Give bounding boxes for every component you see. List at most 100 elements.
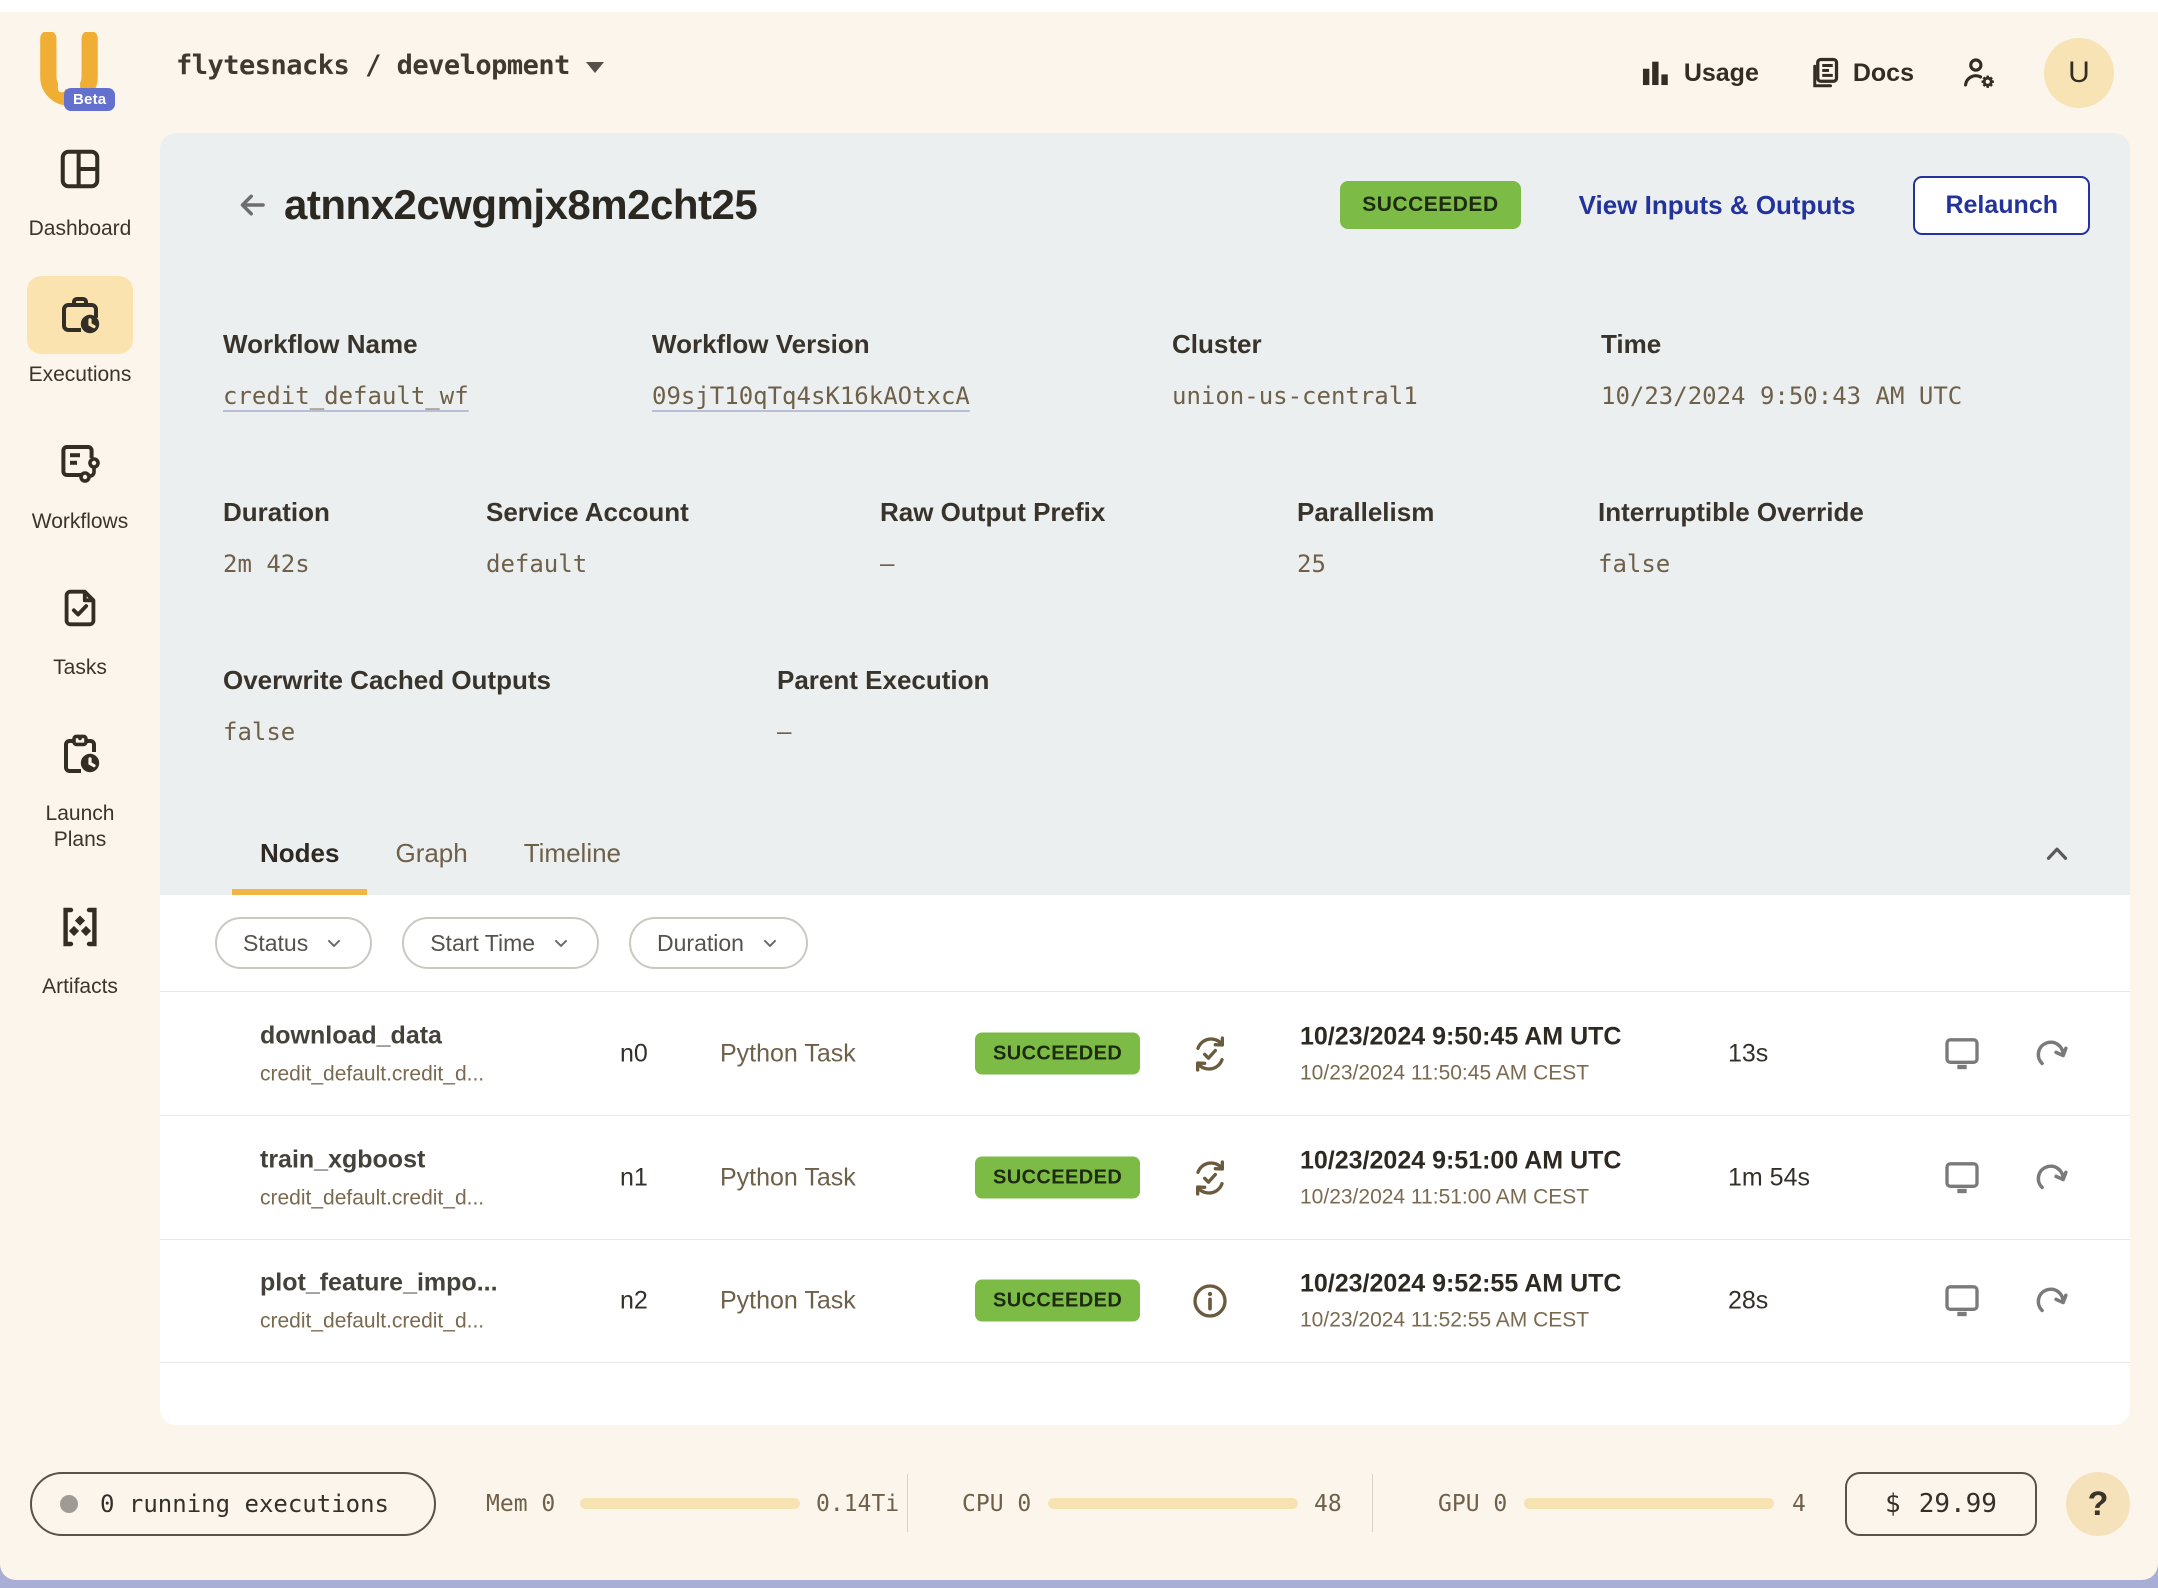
view-logs-icon[interactable] — [1942, 1158, 1982, 1198]
breadcrumb: flytesnacks / development — [176, 50, 570, 81]
meta-interruptible-override: Interruptible Override false — [1598, 497, 1864, 578]
sidebar-item-executions[interactable]: Executions — [0, 276, 160, 388]
tasks-icon — [27, 569, 133, 647]
status-badge: SUCCEEDED — [975, 1280, 1140, 1322]
help-button[interactable]: ? — [2066, 1472, 2130, 1536]
node-duration: 13s — [1728, 1039, 1768, 1068]
meta-parent-execution: Parent Execution – — [777, 665, 989, 746]
sidebar-item-launch-plans[interactable]: Launch Plans — [0, 715, 160, 854]
rerun-icon[interactable] — [2032, 1158, 2070, 1198]
gpu-meter-label: GPU 0 — [1438, 1491, 1507, 1517]
table-row[interactable]: train_xgboost credit_default.credit_d...… — [160, 1115, 2130, 1239]
executions-icon — [27, 276, 133, 354]
cache-hit-icon[interactable] — [1190, 1034, 1230, 1074]
node-duration: 1m 54s — [1728, 1163, 1810, 1192]
meta-cluster: Cluster union-us-central1 — [1172, 329, 1418, 410]
nodes-section: Status Start Time Duration download_data… — [160, 895, 2130, 1425]
union-logo[interactable]: Beta — [38, 32, 130, 118]
back-button[interactable] — [230, 183, 274, 227]
sidebar-item-label: Artifacts — [42, 974, 118, 1000]
chevron-down-icon — [551, 933, 571, 953]
rerun-icon[interactable] — [2032, 1034, 2070, 1074]
running-executions-button[interactable]: 0 running executions — [30, 1472, 436, 1536]
docs-icon — [1805, 55, 1841, 91]
top-bar: Beta flytesnacks / development Usage — [0, 12, 2158, 130]
view-inputs-outputs-link[interactable]: View Inputs & Outputs — [1579, 190, 1856, 221]
execution-header: atnnx2cwgmjx8m2cht25 SUCCEEDED View Inpu… — [160, 133, 2130, 895]
node-name-cell[interactable]: train_xgboost credit_default.credit_d... — [260, 1145, 484, 1210]
tab-nodes[interactable]: Nodes — [232, 838, 367, 895]
sidebar: Dashboard Executions — [0, 130, 160, 1034]
meta-workflow-version: Workflow Version 09sjT10qTq4sK16kAOtxcA — [652, 329, 970, 410]
usage-nav-item[interactable]: Usage — [1628, 48, 1769, 98]
admin-settings-button[interactable] — [1950, 46, 2008, 100]
duration-filter[interactable]: Duration — [629, 917, 808, 969]
tab-bar: Nodes Graph Timeline — [232, 837, 2074, 895]
meta-service-account: Service Account default — [486, 497, 689, 578]
node-type: Python Task — [720, 1039, 856, 1068]
info-icon[interactable] — [1190, 1281, 1230, 1321]
project-domain-selector[interactable]: flytesnacks / development — [176, 50, 604, 81]
status-badge: SUCCEEDED — [975, 1156, 1140, 1198]
node-id: n0 — [620, 1039, 648, 1068]
chevron-down-icon — [586, 62, 604, 73]
chevron-down-icon — [324, 933, 344, 953]
tab-timeline[interactable]: Timeline — [496, 838, 649, 895]
divider — [1372, 1474, 1373, 1532]
mem-meter-bar — [580, 1498, 800, 1509]
cost-button[interactable]: $ 29.99 — [1845, 1472, 2037, 1536]
workflow-version-link[interactable]: 09sjT10qTq4sK16kAOtxcA — [652, 382, 970, 410]
sidebar-item-tasks[interactable]: Tasks — [0, 569, 160, 681]
sidebar-item-label: Dashboard — [29, 216, 132, 242]
meta-time: Time 10/23/2024 9:50:43 AM UTC — [1601, 329, 1962, 410]
node-name-cell[interactable]: download_data credit_default.credit_d... — [260, 1021, 484, 1086]
rerun-icon[interactable] — [2032, 1281, 2070, 1321]
start-time-cell: 10/23/2024 9:52:55 AM UTC 10/23/2024 11:… — [1300, 1270, 1621, 1333]
bar-chart-icon — [1638, 56, 1672, 90]
view-logs-icon[interactable] — [1942, 1034, 1982, 1074]
filter-bar: Status Start Time Duration — [160, 895, 2130, 991]
docs-nav-item[interactable]: Docs — [1795, 47, 1924, 99]
cache-hit-icon[interactable] — [1190, 1158, 1230, 1198]
sidebar-item-artifacts[interactable]: Artifacts — [0, 888, 160, 1000]
gpu-meter-max: 4 — [1792, 1491, 1806, 1517]
window-top-strip — [0, 0, 2158, 12]
avatar[interactable]: U — [2044, 38, 2114, 108]
workflow-name-link[interactable]: credit_default_wf — [223, 382, 469, 410]
relaunch-button[interactable]: Relaunch — [1913, 176, 2090, 235]
table-row[interactable]: download_data credit_default.credit_d...… — [160, 991, 2130, 1115]
sidebar-item-label: Tasks — [53, 655, 107, 681]
node-name-cell[interactable]: plot_feature_impo... credit_default.cred… — [260, 1269, 498, 1334]
top-nav: Usage Docs — [1628, 38, 2114, 108]
node-duration: 28s — [1728, 1287, 1768, 1316]
divider — [907, 1474, 908, 1532]
chevron-up-icon — [2040, 837, 2074, 871]
node-type: Python Task — [720, 1287, 856, 1316]
sidebar-item-label: Executions — [29, 362, 132, 388]
sidebar-item-workflows[interactable]: Workflows — [0, 423, 160, 535]
status-badge: SUCCEEDED — [1340, 181, 1520, 229]
start-time-cell: 10/23/2024 9:51:00 AM UTC 10/23/2024 11:… — [1300, 1146, 1621, 1209]
status-filter[interactable]: Status — [215, 917, 372, 969]
sidebar-item-dashboard[interactable]: Dashboard — [0, 130, 160, 242]
table-row[interactable]: plot_feature_impo... credit_default.cred… — [160, 1239, 2130, 1363]
meta-raw-output-prefix: Raw Output Prefix – — [880, 497, 1105, 578]
beta-badge: Beta — [64, 88, 115, 111]
gpu-meter-bar — [1524, 1498, 1774, 1509]
meta-overwrite-cached-outputs: Overwrite Cached Outputs false — [223, 665, 551, 746]
start-time-filter[interactable]: Start Time — [402, 917, 599, 969]
view-logs-icon[interactable] — [1942, 1281, 1982, 1321]
sidebar-item-label: Workflows — [32, 509, 128, 535]
collapse-section-button[interactable] — [2040, 837, 2074, 871]
running-status-dot — [60, 1495, 78, 1513]
status-badge: SUCCEEDED — [975, 1032, 1140, 1074]
artifacts-icon — [27, 888, 133, 966]
currency-symbol: $ — [1885, 1489, 1901, 1519]
meta-workflow-name: Workflow Name credit_default_wf — [223, 329, 469, 410]
usage-label: Usage — [1684, 59, 1759, 88]
tab-graph[interactable]: Graph — [367, 838, 495, 895]
node-type: Python Task — [720, 1163, 856, 1192]
cpu-meter-max: 48 — [1314, 1491, 1342, 1517]
mem-meter-label: Mem 0 — [486, 1491, 555, 1517]
status-bar: 0 running executions Mem 0 0.14Ti CPU 0 … — [0, 1472, 2158, 1542]
